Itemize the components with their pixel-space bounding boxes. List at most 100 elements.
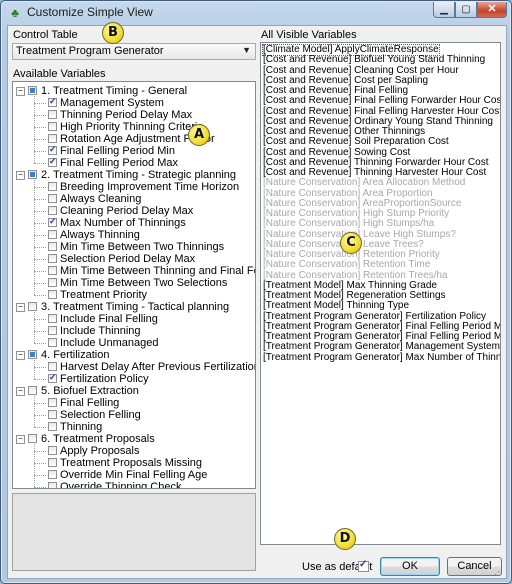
tree-group-row[interactable]: − 3. Treatment Timing - Tactical planning [13, 301, 253, 313]
tree-item-row[interactable]: Min Time Between Thinning and Final Fell… [13, 265, 255, 277]
variable-checkbox[interactable] [48, 314, 57, 323]
visible-variable-item[interactable]: [Cost and Revenue] Soil Preparation Cost [263, 137, 449, 147]
dialog-client-area: Control Table Treatment Program Generato… [7, 25, 507, 579]
visible-variables-list[interactable]: [Climate Model] ApplyClimateResponse [Cos… [260, 42, 501, 545]
variable-checkbox[interactable] [48, 410, 57, 419]
visible-variable-item[interactable]: [Nature Conservation] Area Proportion [263, 188, 433, 199]
title-bar[interactable]: ♣ Customize Simple View ▁ ▢ ✕ [1, 1, 511, 23]
collapse-toggle-icon[interactable]: − [16, 351, 25, 360]
visible-variable-item[interactable]: [Cost and Revenue] Sowing Cost [263, 147, 410, 158]
tree-item-row[interactable]: Include Thinning [13, 325, 253, 337]
collapse-toggle-icon[interactable]: − [16, 303, 25, 312]
tree-item-row[interactable]: Thinning Period Delay Max [13, 109, 253, 121]
tree-item-row[interactable]: Min Time Between Two Selections [13, 277, 253, 289]
group-checkbox[interactable] [28, 86, 37, 95]
tree-connector [34, 343, 46, 344]
tree-item-label: Selection Period Delay Max [60, 253, 196, 265]
collapse-toggle-icon[interactable]: − [16, 87, 25, 96]
visible-variable-item[interactable]: [Nature Conservation] Retention Time [263, 260, 430, 270]
group-checkbox[interactable] [28, 302, 37, 311]
collapse-toggle-icon[interactable]: − [16, 435, 25, 444]
group-checkbox[interactable] [28, 386, 37, 395]
tree-item-row[interactable]: Apply Proposals [13, 445, 253, 457]
tree-item-row[interactable]: Always Thinning [13, 229, 253, 241]
variable-checkbox[interactable] [48, 458, 57, 467]
variable-checkbox[interactable] [48, 156, 57, 167]
tree-item-row[interactable]: Selection Period Delay Max [13, 253, 253, 265]
tree-item-row[interactable]: Thinning [13, 421, 253, 433]
visible-variable-item[interactable]: [Treatment Program Generator] Management… [263, 342, 500, 352]
tree-item-row[interactable]: Override Min Final Felling Age [13, 469, 253, 481]
ok-button[interactable]: OK [380, 557, 440, 576]
tree-group-row[interactable]: − 6. Treatment Proposals [13, 433, 253, 445]
visible-variable-item[interactable]: [Nature Conservation] Area Allocation Me… [263, 178, 465, 188]
close-button[interactable]: ✕ [477, 2, 507, 18]
tree-item-row[interactable]: Override Thinning Check [13, 481, 253, 488]
tree-item-row[interactable]: High Priority Thinning Criteria [13, 121, 253, 133]
minimize-button[interactable]: ▁ [433, 2, 455, 18]
visible-variable-item[interactable]: [Cost and Revenue] Cleaning Cost per Hou… [263, 65, 459, 76]
variable-checkbox[interactable] [48, 254, 57, 263]
visible-variable-item[interactable]: [Cost and Revenue] Final Felling Forward… [263, 96, 500, 106]
group-checkbox[interactable] [28, 434, 37, 443]
tree-item-row[interactable]: Min Time Between Two Thinnings [13, 241, 253, 253]
tree-item-row[interactable]: Max Number of Thinnings [13, 216, 253, 229]
variable-checkbox[interactable] [48, 372, 57, 383]
visible-variable-item[interactable]: [Treatment Program Generator] Fertilizat… [263, 311, 486, 322]
variable-checkbox[interactable] [48, 290, 57, 299]
variable-checkbox[interactable] [48, 482, 57, 488]
tree-item-row[interactable]: Include Unmanaged [13, 337, 253, 349]
tree-connector [34, 360, 35, 379]
maximize-button[interactable]: ▢ [455, 2, 477, 18]
tree-item-row[interactable]: Always Cleaning [13, 193, 253, 205]
use-as-default-checkbox[interactable] [358, 559, 369, 572]
group-checkbox[interactable] [28, 350, 37, 359]
tree-item-row[interactable]: Fertilization Policy [13, 372, 253, 385]
variable-checkbox[interactable] [48, 326, 57, 335]
variable-checkbox[interactable] [48, 96, 57, 107]
variable-checkbox[interactable] [48, 122, 57, 131]
tree-group-row[interactable]: − 2. Treatment Timing - Strategic plannin… [13, 169, 253, 181]
variable-checkbox[interactable] [48, 362, 57, 371]
variable-checkbox[interactable] [48, 266, 57, 275]
available-variables-tree[interactable]: − 1. Treatment Timing - GeneralManagement… [12, 81, 256, 489]
tree-connector [34, 180, 35, 295]
resize-grip-icon[interactable]: ⋰ [494, 566, 504, 576]
variable-checkbox[interactable] [48, 446, 57, 455]
variable-checkbox[interactable] [48, 194, 57, 203]
tree-item-row[interactable]: Selection Felling [13, 409, 253, 421]
collapse-toggle-icon[interactable]: − [16, 387, 25, 396]
tree-group-row[interactable]: − 5. Biofuel Extraction [13, 385, 253, 397]
variable-checkbox[interactable] [48, 182, 57, 191]
control-table-dropdown[interactable]: Treatment Program Generator ▼ [12, 43, 256, 60]
tree-item-row[interactable]: Treatment Priority [13, 289, 253, 301]
variable-checkbox[interactable] [48, 144, 57, 155]
variable-checkbox[interactable] [48, 422, 57, 431]
visible-variable-item[interactable]: [Nature Conservation] Retention Trees/ha [263, 270, 448, 281]
tree-item-row[interactable]: Final Felling [13, 397, 253, 409]
variable-checkbox[interactable] [48, 230, 57, 239]
tree-item-row[interactable]: Final Felling Period Max [13, 156, 253, 169]
variable-checkbox[interactable] [48, 110, 57, 119]
tree-item-row[interactable]: Include Final Felling [13, 313, 253, 325]
visible-variable-item[interactable]: [Treatment Model] Thinning Type [263, 301, 409, 311]
tree-item-row[interactable]: Management System [13, 96, 253, 109]
tree-item-row[interactable]: Breeding Improvement Time Horizon [13, 181, 253, 193]
variable-checkbox[interactable] [48, 242, 57, 251]
tree-item-row[interactable]: Treatment Proposals Missing [13, 457, 253, 469]
variable-checkbox[interactable] [48, 206, 57, 215]
visible-variable-item[interactable]: [Treatment Program Generator] Max Number… [263, 352, 500, 363]
tree-item-label: Fertilization Policy [60, 373, 149, 385]
variable-checkbox[interactable] [48, 338, 57, 347]
variable-checkbox[interactable] [48, 134, 57, 143]
variable-checkbox[interactable] [48, 278, 57, 287]
collapse-toggle-icon[interactable]: − [16, 171, 25, 180]
group-checkbox[interactable] [28, 170, 37, 179]
tree-group-row[interactable]: − 4. Fertilization [13, 349, 253, 361]
visible-variable-item[interactable]: [Nature Conservation] High Stumps/ha [263, 219, 434, 229]
visible-variable-item[interactable]: [Cost and Revenue] Final Felling Harvest… [263, 106, 500, 117]
visible-variable-item[interactable]: [Cost and Revenue] Biofuel Young Stand T… [263, 55, 485, 65]
variable-checkbox[interactable] [48, 216, 57, 227]
variable-checkbox[interactable] [48, 398, 57, 407]
variable-checkbox[interactable] [48, 470, 57, 479]
